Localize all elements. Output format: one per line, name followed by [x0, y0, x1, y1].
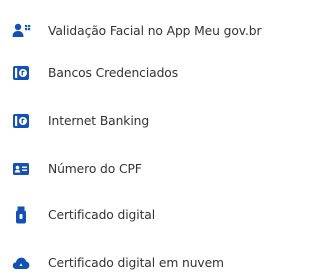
login-option-label: Internet Banking: [48, 114, 150, 128]
login-options-list: Validação Facial no App Meu gov.br Banco…: [0, 0, 320, 277]
login-option-numero-cpf[interactable]: Número do CPF: [0, 156, 320, 182]
login-option-certificado-digital[interactable]: Certificado digital: [0, 202, 320, 228]
login-option-internet-banking[interactable]: Internet Banking: [0, 108, 320, 134]
bank-icon: [12, 64, 30, 82]
login-option-label: Bancos Credenciados: [48, 66, 179, 80]
login-option-face-recognition[interactable]: Validação Facial no App Meu gov.br: [0, 18, 320, 44]
login-option-certificado-nuvem[interactable]: Certificado digital em nuvem: [0, 250, 320, 276]
usb-token-icon: [12, 206, 30, 224]
bank-icon: [12, 112, 30, 130]
id-card-icon: [12, 160, 30, 178]
face-recognition-icon: [12, 22, 31, 40]
login-option-label: Validação Facial no App Meu gov.br: [48, 24, 262, 38]
cloud-certificate-icon: [12, 254, 30, 272]
login-option-bancos-credenciados[interactable]: Bancos Credenciados: [0, 60, 320, 86]
login-option-label: Certificado digital em nuvem: [48, 256, 224, 270]
login-option-label: Número do CPF: [48, 162, 142, 176]
login-option-label: Certificado digital: [48, 208, 156, 222]
